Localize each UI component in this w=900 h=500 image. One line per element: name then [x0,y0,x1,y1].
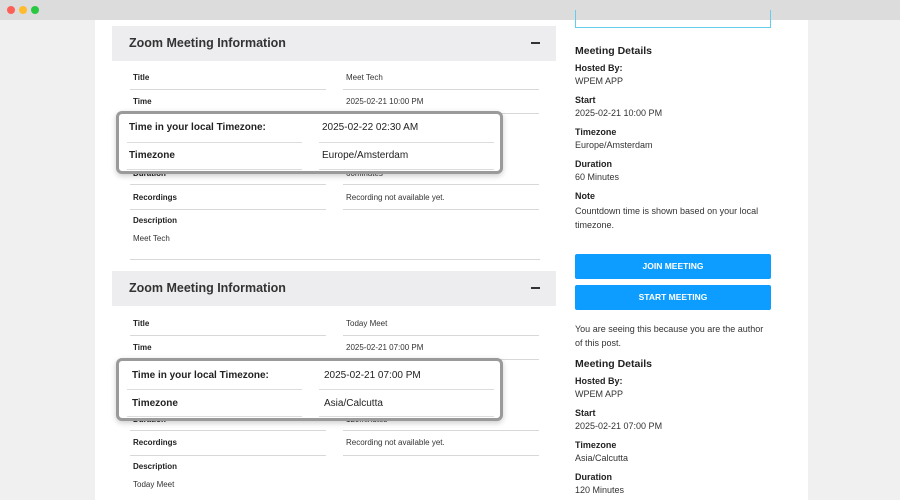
timezone-value: Europe/Amsterdam [322,150,409,161]
meeting-details-1: Meeting Details Hosted By: WPEM APP Star… [575,45,775,232]
local-time-value: 2025-02-22 02:30 AM [322,122,419,133]
row-divider [343,184,539,185]
title-value: Meet Tech [346,73,383,82]
hosted-by-value: WPEM APP [575,76,624,86]
row-divider [130,209,326,210]
close-window-icon[interactable] [7,6,15,14]
accordion-header[interactable]: Zoom Meeting Information [112,26,556,61]
row-divider [130,455,326,456]
duration-label: Duration [575,159,612,169]
accordion-title: Zoom Meeting Information [129,36,286,50]
start-label: Start [575,408,596,418]
join-meeting-button[interactable]: JOIN MEETING [575,254,771,279]
note-value: Countdown time is shown based on your lo… [575,206,759,230]
popup-divider [319,416,494,417]
timezone-label: Timezone [129,150,175,161]
popup-divider [319,169,494,170]
hosted-by-label: Hosted By: [575,63,623,73]
details-heading: Meeting Details [575,45,653,57]
hosted-by-value: WPEM APP [575,389,624,399]
popup-divider [319,142,494,143]
row-divider [343,209,539,210]
duration-value: 120 Minutes [575,485,625,495]
row-divider [130,335,326,336]
popup-divider [319,389,494,390]
title-label: Title [133,73,150,82]
row-divider [130,184,326,185]
accordion-header[interactable]: Zoom Meeting Information [112,271,556,306]
recordings-value: Recording not available yet. [346,193,445,202]
collapse-minus-icon[interactable] [531,42,540,44]
local-timezone-popup: Time in your local Timezone: 2025-02-22 … [116,111,503,174]
section-divider [130,259,540,260]
duration-value: 60 Minutes [575,172,620,182]
sidebar-top-box [575,10,771,28]
popup-divider [127,142,302,143]
recordings-label: Recordings [133,438,178,447]
description-label: Description [133,462,178,471]
description-value: Today Meet [133,480,175,489]
details-heading: Meeting Details [575,358,653,370]
row-divider [130,89,326,90]
popup-divider [127,169,302,170]
time-label: Time [133,343,152,352]
row-divider [343,430,539,431]
hosted-by-label: Hosted By: [575,376,623,386]
timezone-value: Asia/Calcutta [324,398,383,409]
time-value: 2025-02-21 07:00 PM [346,343,424,352]
duration-label: Duration [575,472,612,482]
timezone-label: Timezone [575,440,617,450]
start-value: 2025-02-21 10:00 PM [575,108,663,118]
local-time-value: 2025-02-21 07:00 PM [324,370,421,381]
time-value: 2025-02-21 10:00 PM [346,97,424,106]
time-label: Time [133,97,152,106]
recordings-label: Recordings [133,193,178,202]
timezone-label: Timezone [575,127,617,137]
local-time-label: Time in your local Timezone: [129,122,266,133]
timezone-value: Europe/Amsterdam [575,140,653,150]
popup-divider [127,416,302,417]
title-value: Today Meet [346,319,388,328]
recordings-value: Recording not available yet. [346,438,445,447]
timezone-label: Timezone [132,398,178,409]
author-note: You are seeing this because you are the … [575,324,764,348]
local-time-label: Time in your local Timezone: [132,370,269,381]
start-label: Start [575,95,596,105]
note-label: Note [575,191,595,201]
meeting-details-2: Meeting Details Hosted By: WPEM APP Star… [575,358,775,495]
minimize-window-icon[interactable] [19,6,27,14]
accordion-title: Zoom Meeting Information [129,281,286,295]
popup-divider [127,389,302,390]
collapse-minus-icon[interactable] [531,287,540,289]
description-value: Meet Tech [133,234,170,243]
local-timezone-popup: Time in your local Timezone: 2025-02-21 … [116,358,503,421]
row-divider [343,335,539,336]
row-divider [343,89,539,90]
timezone-value: Asia/Calcutta [575,453,629,463]
maximize-window-icon[interactable] [31,6,39,14]
row-divider [343,455,539,456]
description-label: Description [133,216,178,225]
start-value: 2025-02-21 07:00 PM [575,421,663,431]
title-label: Title [133,319,150,328]
start-meeting-button[interactable]: START MEETING [575,285,771,310]
row-divider [130,430,326,431]
